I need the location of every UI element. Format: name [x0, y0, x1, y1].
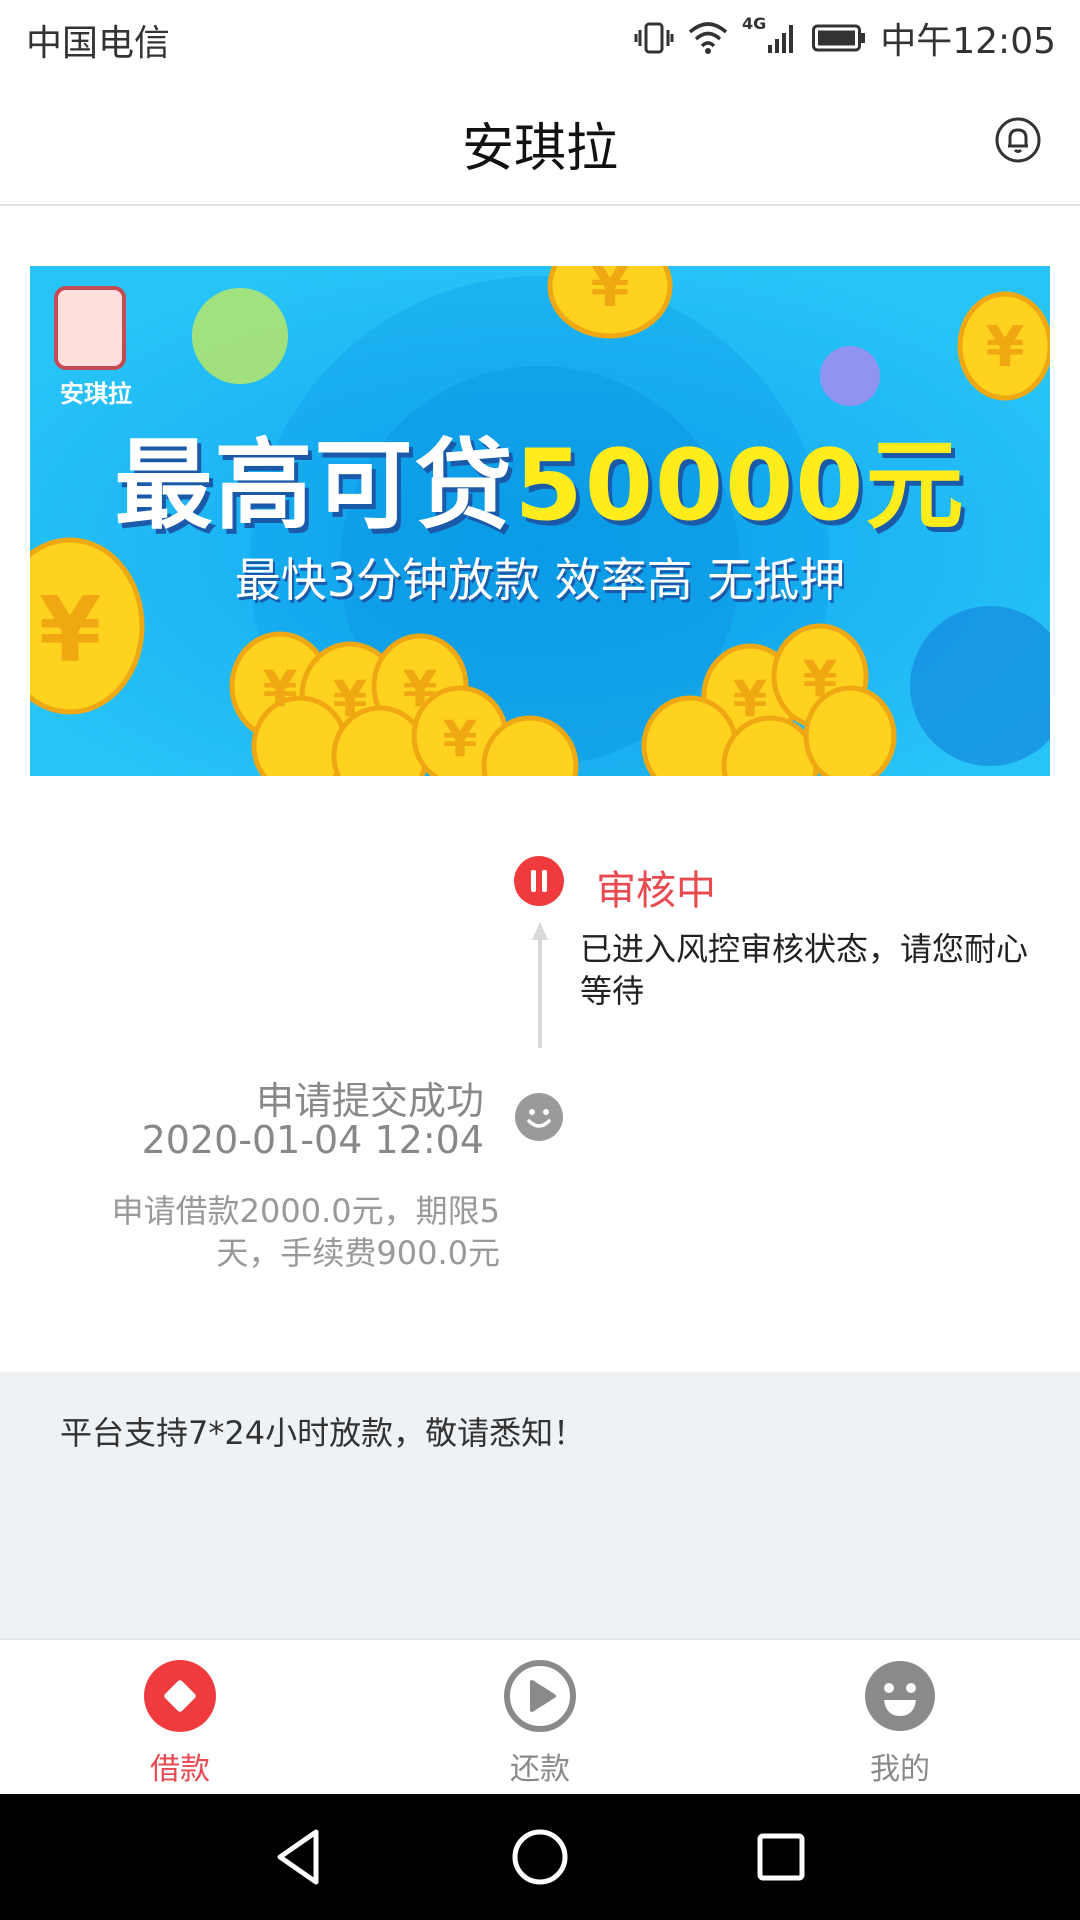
recents-icon[interactable]	[748, 1824, 814, 1890]
carrier-name: 中国电信	[26, 23, 171, 64]
svg-text:¥: ¥	[263, 660, 298, 718]
app-logo-image	[54, 286, 126, 370]
app-header: 安琪拉	[0, 76, 1080, 206]
status-time: 中午12:05	[880, 21, 1056, 62]
svg-text:¥: ¥	[591, 266, 630, 320]
status-description: 已进入风控审核状态，请您耐心等待	[580, 930, 1029, 1010]
tab-repay-label: 还款	[510, 1752, 570, 1787]
svg-text:¥: ¥	[443, 710, 478, 768]
play-icon	[504, 1660, 576, 1732]
notice-text: 平台支持7*24小时放款，敬请悉知！	[60, 1414, 586, 1452]
bottom-tab-bar: 借款 还款 我的	[0, 1638, 1080, 1796]
svg-text:¥: ¥	[733, 670, 768, 728]
banner-subline: 最快3分钟放款 效率高 无抵押	[234, 553, 846, 607]
page-title: 安琪拉	[461, 119, 618, 179]
promo-banner[interactable]: ¥ ¥ ¥ ¥ ¥ ¥ ¥ ¥ ¥ 安琪拉 最高可贷50000元 最快3分钟放款…	[30, 266, 1050, 776]
vibrate-icon	[634, 22, 674, 54]
tab-mine-label: 我的	[870, 1752, 930, 1787]
system-nav-bar	[0, 1794, 1080, 1920]
logo-caption: 安琪拉	[60, 380, 132, 408]
network-type-label: 4G	[741, 14, 767, 33]
home-icon[interactable]	[507, 1824, 573, 1890]
banner-headline: 最高可贷50000元	[30, 406, 1050, 548]
back-icon[interactable]	[266, 1824, 332, 1890]
tab-mine[interactable]: 我的	[720, 1640, 1080, 1796]
pause-icon	[514, 856, 564, 906]
loan-details: 申请借款2000.0元，期限5天，手续费900.0元	[111, 1192, 500, 1272]
tab-loan[interactable]: 借款	[0, 1640, 360, 1796]
status-bar: 中国电信 4G 中午12:05	[0, 0, 1080, 76]
timeline-arrow	[532, 922, 548, 940]
svg-text:¥: ¥	[403, 660, 438, 718]
status-title-reviewing: 审核中	[596, 868, 716, 914]
submitted-title: 申请提交成功	[255, 1079, 484, 1123]
signal-icon	[768, 25, 794, 53]
svg-text:¥: ¥	[333, 670, 368, 728]
wifi-icon	[688, 22, 728, 54]
smile-icon	[515, 1093, 563, 1141]
headline-amount: 50000元	[514, 429, 966, 543]
status-icons: 4G 中午12:05	[634, 10, 1056, 66]
battery-icon	[812, 24, 866, 52]
loan-diamond-icon	[144, 1660, 216, 1732]
bell-icon[interactable]	[994, 116, 1042, 164]
tab-repay[interactable]: 还款	[360, 1640, 720, 1796]
notice-panel: 平台支持7*24小时放款，敬请悉知！	[0, 1372, 1080, 1638]
tab-loan-label: 借款	[150, 1752, 210, 1787]
headline-prefix: 最高可贷	[114, 429, 515, 543]
submitted-time: 2020-01-04 12:04	[141, 1118, 484, 1162]
profile-smile-icon	[865, 1661, 935, 1731]
timeline-connector	[538, 940, 542, 1048]
svg-text:¥: ¥	[986, 315, 1025, 380]
svg-text:¥: ¥	[803, 650, 838, 708]
